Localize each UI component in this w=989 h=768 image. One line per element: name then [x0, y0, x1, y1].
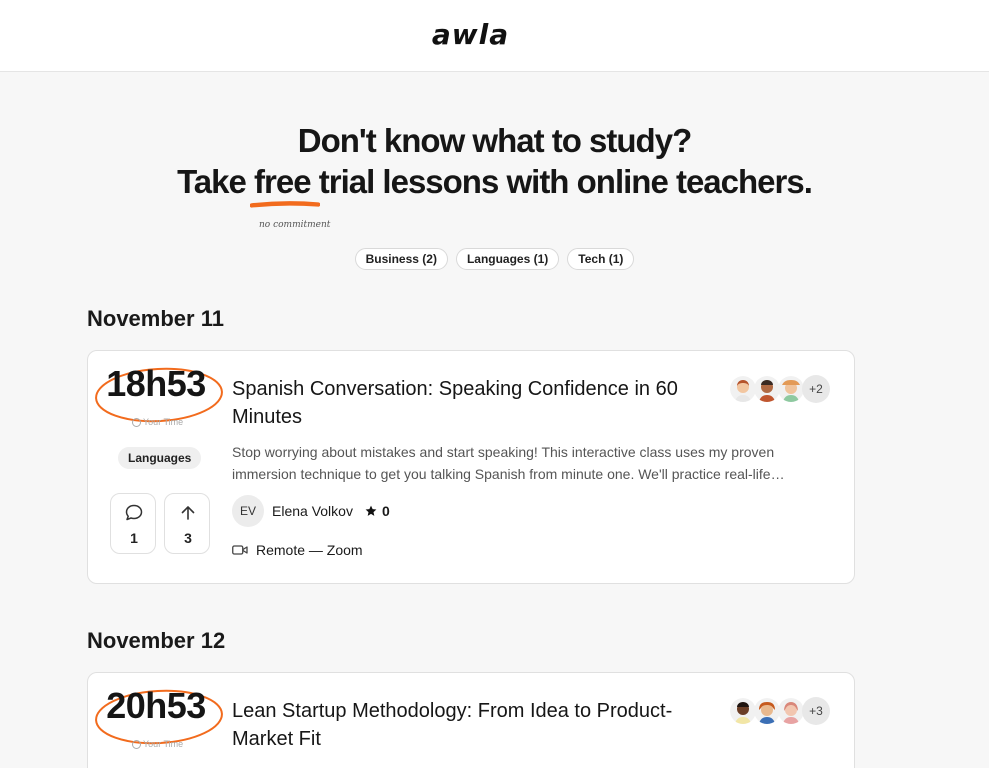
- brand-logo[interactable]: awla: [0, 18, 965, 51]
- video-camera-icon: [232, 545, 248, 555]
- comments-count: 1: [130, 530, 138, 546]
- teacher-name[interactable]: Elena Volkov: [272, 503, 353, 519]
- hero-line-1: Don't know what to study?: [297, 122, 692, 159]
- event-card[interactable]: 18h53 Your Time Languages 1 3 Spanish Co…: [87, 350, 855, 584]
- date-heading: November 12: [87, 628, 226, 653]
- extra-attendees-count: +3: [802, 697, 830, 725]
- hero-line-2-start: Take: [177, 163, 255, 200]
- filter-chip-business[interactable]: Business (2): [354, 248, 448, 270]
- attendee-avatar: [730, 698, 756, 724]
- hero-line-2: Take free no commitment trial lessons wit…: [0, 161, 989, 230]
- your-time-caption: Your Time: [132, 417, 183, 427]
- event-location-label: Remote — Zoom: [256, 542, 363, 558]
- attendee-avatar: [730, 376, 756, 402]
- attendees-stack[interactable]: +3: [730, 697, 830, 725]
- attendee-avatar: [754, 376, 780, 402]
- clock-icon: [132, 739, 141, 749]
- star-icon: [365, 505, 377, 516]
- clock-icon: [132, 417, 141, 427]
- event-location: Remote — Zoom: [232, 541, 363, 559]
- free-highlight: free no commitment: [250, 161, 330, 230]
- upvotes-count: 3: [184, 530, 192, 546]
- teacher-rating: 0: [381, 503, 390, 519]
- event-card[interactable]: 20h53 Your Time Lean Startup Methodology…: [87, 672, 855, 768]
- free-note: no commitment: [259, 220, 331, 230]
- top-bar: awla: [0, 0, 989, 72]
- date-heading: November 11: [87, 306, 224, 331]
- your-time-label: Your Time: [143, 739, 184, 749]
- teacher-info[interactable]: EV Elena Volkov 0: [232, 495, 390, 527]
- extra-attendees-count: +2: [802, 375, 830, 403]
- attendee-avatar: [778, 698, 804, 724]
- attendee-avatar: [778, 376, 804, 402]
- free-word: free: [254, 163, 312, 200]
- your-time-caption: Your Time: [132, 739, 183, 749]
- hero-heading: Don't know what to study? Take free no co…: [0, 120, 989, 230]
- arrow-up-icon: [181, 506, 195, 520]
- event-title[interactable]: Spanish Conversation: Speaking Confidenc…: [232, 375, 722, 431]
- event-time: 18h53: [106, 363, 206, 404]
- filter-chip-languages[interactable]: Languages (1): [455, 248, 560, 270]
- upvote-button[interactable]: 3: [164, 493, 210, 554]
- event-category-badge[interactable]: Languages: [118, 447, 202, 469]
- event-title[interactable]: Lean Startup Methodology: From Idea to P…: [232, 697, 722, 753]
- event-description: Stop worrying about mistakes and start s…: [232, 444, 785, 482]
- comments-button[interactable]: 1: [110, 493, 156, 554]
- event-time: 20h53: [106, 685, 206, 726]
- your-time-label: Your Time: [143, 417, 184, 427]
- filter-chip-tech[interactable]: Tech (1): [567, 248, 635, 270]
- attendee-avatar: [754, 698, 780, 724]
- comment-icon: [125, 504, 143, 521]
- teacher-avatar: EV: [232, 495, 264, 527]
- category-filters: Business (2) Languages (1) Tech (1): [0, 248, 989, 270]
- attendees-stack[interactable]: +2: [730, 375, 830, 403]
- hero-line-2-end: trial lessons with online teachers.: [310, 163, 813, 200]
